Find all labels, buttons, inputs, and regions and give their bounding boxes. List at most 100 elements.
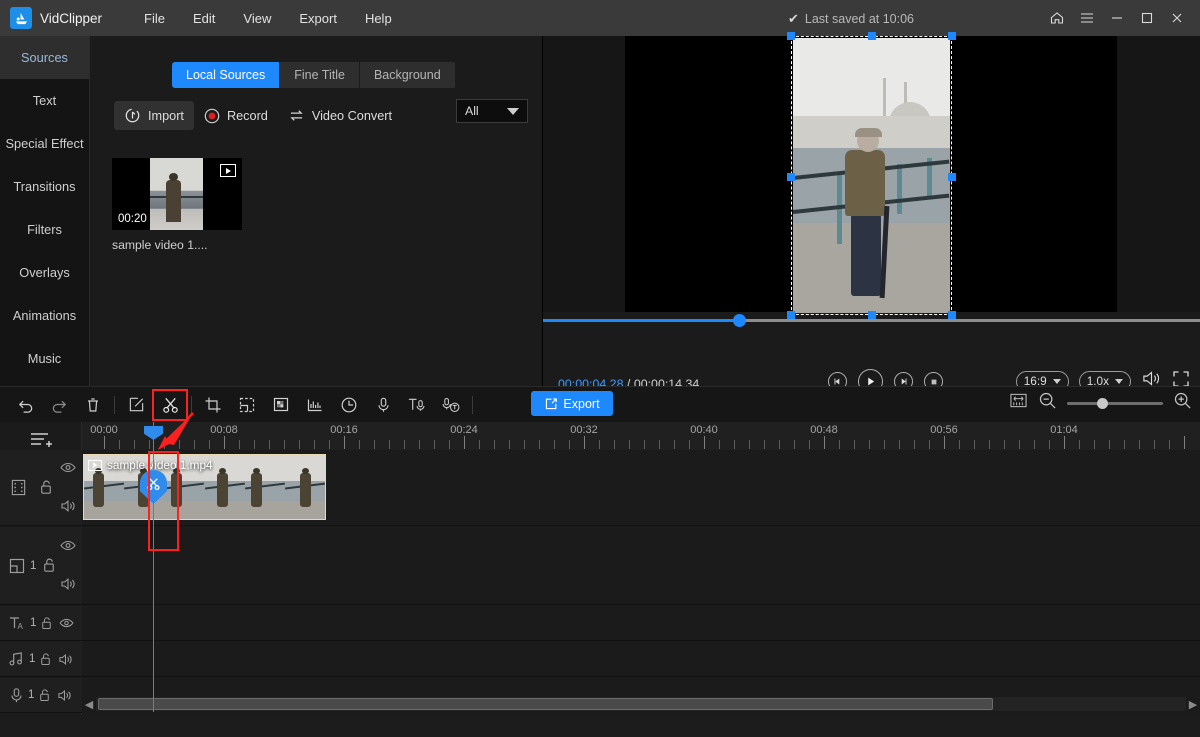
mosaic-button[interactable] bbox=[264, 390, 298, 420]
sources-toolbar: Import Record Video Convert bbox=[114, 101, 402, 130]
zoom-out-icon[interactable] bbox=[1038, 391, 1057, 415]
close-icon[interactable] bbox=[1162, 0, 1192, 36]
track-body-text[interactable] bbox=[82, 606, 1200, 640]
ruler-tick bbox=[1079, 440, 1080, 449]
clip-label: sample video 1.mp4 bbox=[88, 458, 213, 472]
ruler-tick bbox=[569, 440, 570, 449]
ruler-tick bbox=[674, 440, 675, 449]
speaker-icon[interactable] bbox=[60, 577, 76, 591]
playhead[interactable] bbox=[140, 422, 167, 712]
ruler-tick bbox=[614, 440, 615, 449]
tab-fine-title[interactable]: Fine Title bbox=[280, 62, 360, 88]
undo-button[interactable] bbox=[8, 390, 42, 420]
tab-local-sources[interactable]: Local Sources bbox=[172, 62, 281, 88]
text-icon: A bbox=[8, 615, 26, 631]
minimize-icon[interactable] bbox=[1102, 0, 1132, 36]
ruler-tick bbox=[629, 440, 630, 449]
ruler-tick bbox=[644, 440, 645, 449]
preview-stage[interactable] bbox=[543, 32, 1200, 319]
maximize-icon[interactable] bbox=[1132, 0, 1162, 36]
zoom-in-icon[interactable] bbox=[1173, 391, 1192, 415]
voiceover-button[interactable] bbox=[366, 390, 400, 420]
left-sidebar: Sources Text Special Effect Transitions … bbox=[0, 36, 90, 386]
menu-file[interactable]: File bbox=[130, 5, 179, 32]
scrollbar-thumb[interactable] bbox=[98, 698, 993, 710]
menu-export[interactable]: Export bbox=[285, 5, 351, 32]
sidebar-item-transitions[interactable]: Transitions bbox=[0, 165, 89, 208]
scrubber-handle[interactable] bbox=[733, 314, 746, 327]
scroll-left-arrow-icon[interactable]: ◀ bbox=[82, 698, 96, 711]
resize-button[interactable] bbox=[230, 390, 264, 420]
menu-help[interactable]: Help bbox=[351, 5, 406, 32]
ruler-tick bbox=[209, 440, 210, 449]
timeline-ruler[interactable]: 00:00 00:08 00:16 00:24 00:32 00:40 00:4… bbox=[82, 422, 1200, 450]
speaker-icon[interactable] bbox=[60, 499, 76, 513]
timeline-area: 00:00 00:08 00:16 00:24 00:32 00:40 00:4… bbox=[0, 422, 1200, 715]
track-body-overlay[interactable] bbox=[82, 527, 1200, 604]
ruler-label: 01:04 bbox=[1050, 424, 1078, 436]
text-to-speech-button[interactable] bbox=[400, 390, 434, 420]
speaker-icon[interactable] bbox=[58, 653, 73, 666]
eye-icon[interactable] bbox=[59, 618, 74, 628]
scrollbar-track[interactable] bbox=[96, 697, 1186, 711]
letterbox-left bbox=[543, 36, 625, 312]
timeline-hscrollbar[interactable]: ◀ ▶ bbox=[82, 693, 1200, 715]
unlock-icon[interactable] bbox=[38, 688, 51, 703]
track-header-music: 1 bbox=[0, 642, 82, 676]
ruler-tick bbox=[869, 440, 870, 449]
ruler-tick bbox=[779, 440, 780, 449]
redo-button[interactable] bbox=[42, 390, 76, 420]
eye-icon[interactable] bbox=[60, 540, 76, 551]
speed-button[interactable] bbox=[332, 390, 366, 420]
tab-background[interactable]: Background bbox=[359, 62, 456, 88]
media-item[interactable]: 00:20 sample video 1.... bbox=[112, 158, 242, 252]
edit-button[interactable] bbox=[119, 390, 153, 420]
zoom-slider[interactable] bbox=[1067, 397, 1163, 409]
ruler-tick bbox=[1169, 440, 1170, 449]
audio-wave-button[interactable] bbox=[298, 390, 332, 420]
ruler-tick bbox=[449, 440, 450, 449]
sidebar-item-animations[interactable]: Animations bbox=[0, 294, 89, 337]
zoom-slider-handle[interactable] bbox=[1097, 397, 1108, 409]
media-thumbnail[interactable]: 00:20 bbox=[112, 158, 242, 230]
ruler-tick bbox=[929, 440, 930, 449]
sidebar-item-filters[interactable]: Filters bbox=[0, 208, 89, 251]
timeline-clip[interactable]: sample video 1.mp4 bbox=[83, 454, 326, 520]
crop-button[interactable] bbox=[196, 390, 230, 420]
delete-button[interactable] bbox=[76, 390, 110, 420]
eye-icon[interactable] bbox=[60, 462, 76, 473]
fit-timeline-icon[interactable] bbox=[1009, 392, 1028, 414]
video-convert-button[interactable]: Video Convert bbox=[278, 102, 402, 129]
preview-scrubber[interactable] bbox=[543, 312, 1200, 328]
speaker-icon[interactable] bbox=[57, 689, 72, 702]
sources-panel: Local Sources Fine Title Background Impo… bbox=[90, 36, 543, 386]
ruler-tick bbox=[734, 440, 735, 449]
sidebar-item-text[interactable]: Text bbox=[0, 79, 89, 122]
sidebar-item-music[interactable]: Music bbox=[0, 337, 89, 380]
track-body-video[interactable]: sample video 1.mp4 bbox=[82, 450, 1200, 525]
sidebar-item-sources[interactable]: Sources bbox=[0, 36, 89, 79]
timeline-zoom-controls bbox=[1009, 391, 1192, 415]
ruler-tick bbox=[1004, 440, 1005, 449]
track-header-overlay: 1 bbox=[0, 527, 82, 604]
track-body-music[interactable] bbox=[82, 642, 1200, 676]
sidebar-item-overlays[interactable]: Overlays bbox=[0, 251, 89, 294]
ruler-tick bbox=[284, 440, 285, 449]
speech-to-text-button[interactable] bbox=[434, 390, 468, 420]
unlock-icon[interactable] bbox=[39, 479, 53, 496]
media-filter-select[interactable]: All bbox=[456, 99, 528, 123]
sidebar-label: Transitions bbox=[13, 179, 76, 194]
record-button[interactable]: Record bbox=[194, 102, 278, 130]
home-icon[interactable] bbox=[1042, 0, 1072, 36]
export-button[interactable]: Export bbox=[531, 391, 613, 416]
sidebar-item-special-effect[interactable]: Special Effect bbox=[0, 122, 89, 165]
import-button[interactable]: Import bbox=[114, 101, 194, 130]
hamburger-menu-icon[interactable] bbox=[1072, 0, 1102, 36]
menu-view[interactable]: View bbox=[229, 5, 285, 32]
menu-edit[interactable]: Edit bbox=[179, 5, 229, 32]
unlock-icon[interactable] bbox=[39, 652, 52, 667]
scroll-right-arrow-icon[interactable]: ▶ bbox=[1186, 698, 1200, 711]
unlock-icon[interactable] bbox=[42, 557, 56, 574]
import-icon bbox=[125, 108, 140, 123]
unlock-icon[interactable] bbox=[40, 616, 53, 631]
